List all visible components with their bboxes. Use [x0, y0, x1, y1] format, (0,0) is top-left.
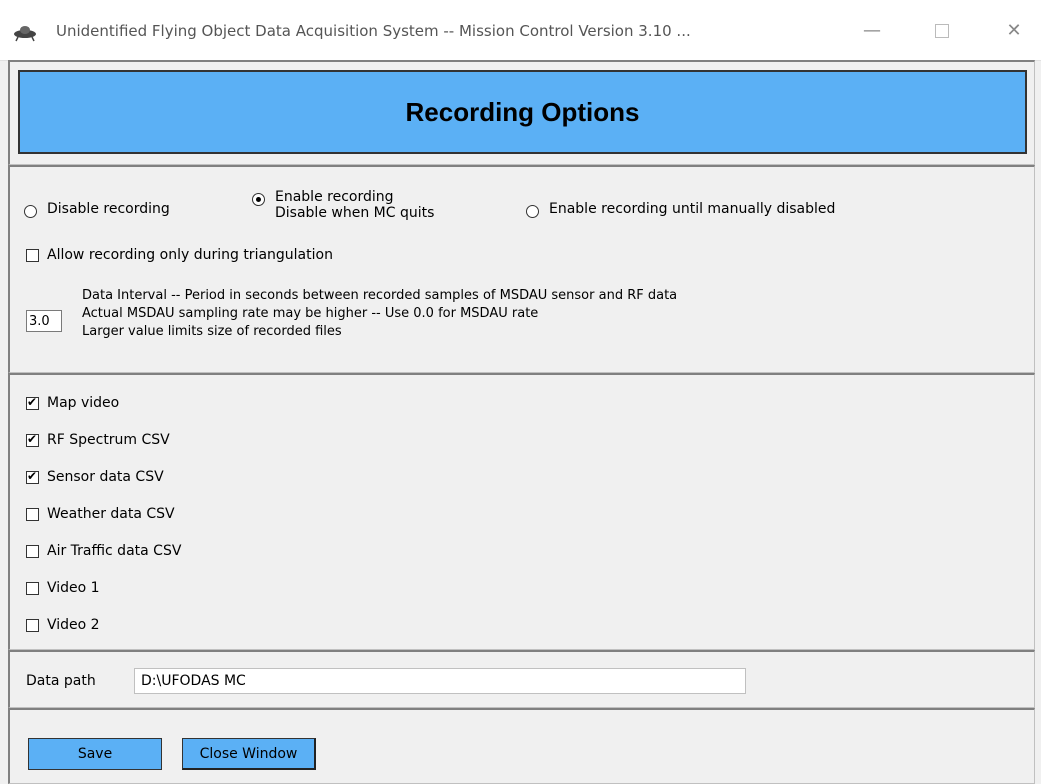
radio-enable-recording-mc-quits[interactable]: Enable recording Disable when MC quits: [252, 189, 434, 221]
ufo-icon: [14, 26, 36, 42]
header-panel: Recording Options: [8, 60, 1035, 165]
checkbox-air-traffic-data-csv[interactable]: Air Traffic data CSV: [26, 543, 181, 559]
save-button[interactable]: Save: [28, 738, 162, 770]
radio-label-line2: Disable when MC quits: [275, 205, 435, 221]
window-title: Unidentified Flying Object Data Acquisit…: [56, 22, 691, 40]
checkbox-video-1[interactable]: Video 1: [26, 580, 100, 596]
checkbox-label: Air Traffic data CSV: [47, 543, 182, 559]
checkbox-video-2[interactable]: Video 2: [26, 617, 100, 633]
radio-label-line1: Enable recording: [275, 189, 394, 205]
checkbox-label: RF Spectrum CSV: [47, 432, 170, 448]
checkbox-box: [26, 544, 39, 558]
minimize-button[interactable]: —: [852, 16, 892, 46]
checkbox-box: [26, 507, 39, 521]
maximize-icon: [935, 24, 949, 38]
close-button[interactable]: ✕: [994, 16, 1034, 46]
page-title: Recording Options: [405, 97, 640, 127]
checkbox-label: Video 2: [47, 617, 100, 633]
data-path-input[interactable]: [134, 668, 746, 694]
interval-line: Larger value limits size of recorded fil…: [82, 324, 342, 339]
recorded-files-panel: Map video RF Spectrum CSV Sensor data CS…: [8, 373, 1035, 650]
checkbox-sensor-data-csv[interactable]: Sensor data CSV: [26, 469, 164, 485]
checkbox-label: Video 1: [47, 580, 100, 596]
radio-enable-until-disabled[interactable]: Enable recording until manually disabled: [526, 201, 835, 218]
checkbox-map-video[interactable]: Map video: [26, 395, 119, 411]
data-path-label: Data path: [26, 673, 96, 689]
checkbox-box: [26, 618, 39, 632]
close-window-button[interactable]: Close Window: [182, 738, 316, 770]
radio-circle-selected: [252, 193, 265, 206]
recording-options-panel: Disable recording Enable recording Disab…: [8, 165, 1035, 373]
checkbox-box-checked: [26, 469, 39, 484]
radio-label: Enable recording Disable when MC quits: [275, 189, 434, 221]
checkbox-box-checked: [26, 395, 39, 410]
radio-label: Disable recording: [47, 201, 170, 217]
radio-circle: [24, 205, 37, 218]
data-path-panel: Data path: [8, 650, 1035, 708]
title-bar: Unidentified Flying Object Data Acquisit…: [0, 0, 1041, 61]
radio-disable-recording[interactable]: Disable recording: [24, 201, 170, 218]
header-banner: Recording Options: [18, 70, 1027, 154]
recording-mode-group: Disable recording Enable recording Disab…: [24, 189, 1024, 233]
data-interval-input[interactable]: [26, 310, 62, 332]
radio-circle: [526, 205, 539, 218]
triangulation-only-checkbox[interactable]: Allow recording only during triangulatio…: [26, 247, 333, 263]
checkbox-rf-spectrum-csv[interactable]: RF Spectrum CSV: [26, 432, 170, 448]
data-interval-description: Data Interval -- Period in seconds betwe…: [82, 287, 677, 341]
checkbox-label: Sensor data CSV: [47, 469, 164, 485]
checkbox-box: [26, 581, 39, 595]
checkbox-label: Allow recording only during triangulatio…: [47, 247, 333, 263]
interval-line: Data Interval -- Period in seconds betwe…: [82, 288, 678, 303]
checkbox-box-checked: [26, 432, 39, 447]
radio-label: Enable recording until manually disabled: [549, 201, 836, 217]
checkbox-weather-data-csv[interactable]: Weather data CSV: [26, 506, 175, 522]
buttons-panel: Save Close Window: [8, 708, 1035, 784]
checkbox-label: Map video: [47, 395, 120, 411]
checkbox-box: [26, 248, 39, 262]
interval-line: Actual MSDAU sampling rate may be higher…: [82, 306, 539, 321]
maximize-button[interactable]: [922, 16, 962, 46]
checkbox-label: Weather data CSV: [47, 506, 175, 522]
